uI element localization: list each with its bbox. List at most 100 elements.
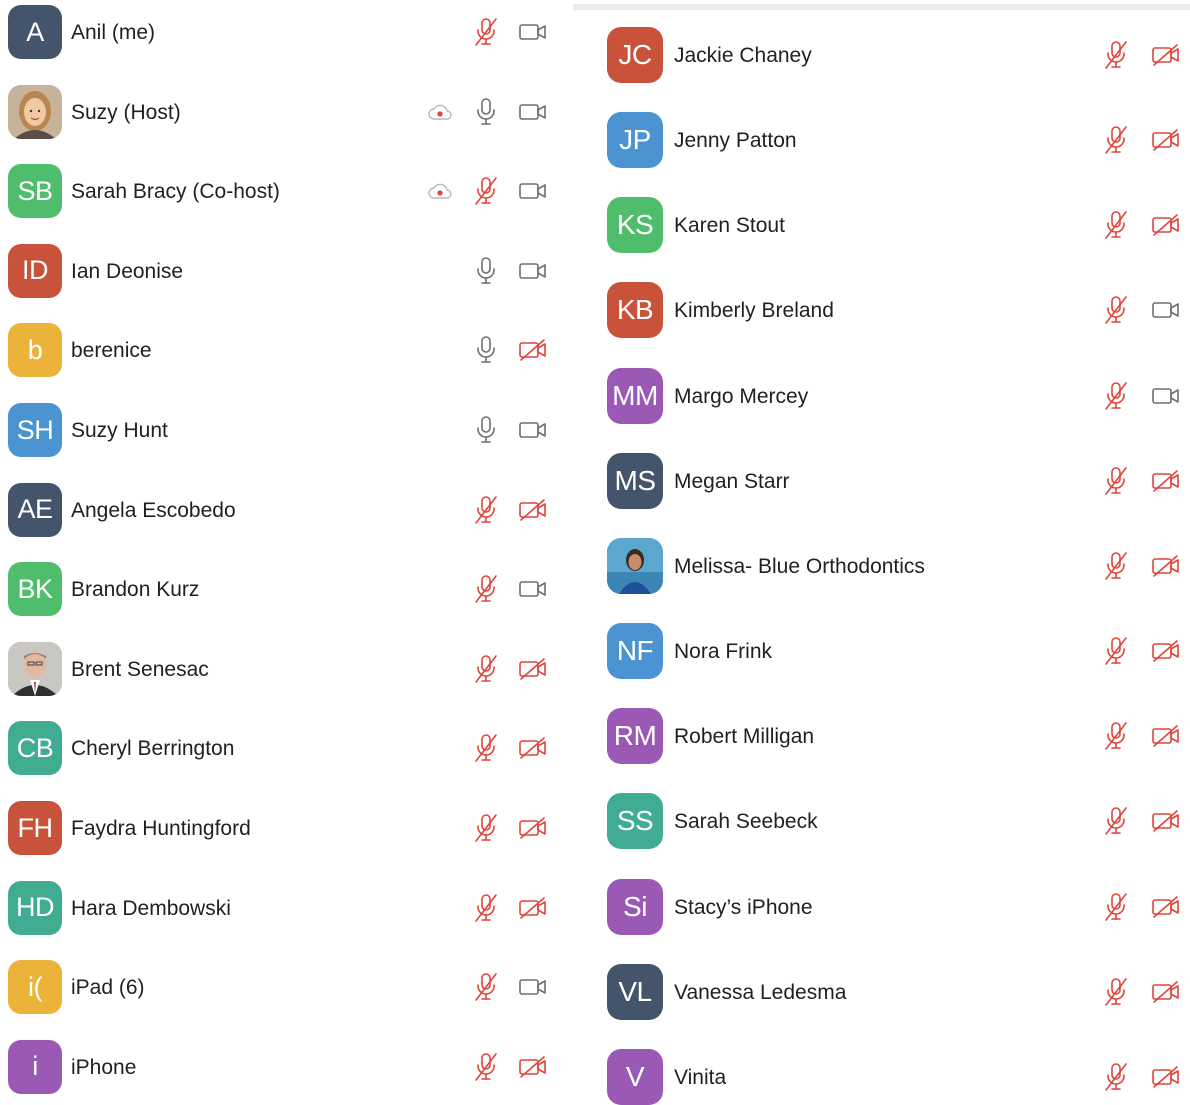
participant-row[interactable]: KS Karen Stout <box>573 197 1190 254</box>
avatar: Si <box>607 878 663 935</box>
video-off-icon[interactable] <box>1151 554 1181 578</box>
participant-name: iPhone <box>71 1055 137 1079</box>
microphone-icon[interactable] <box>473 415 499 445</box>
participant-row[interactable]: i(iPad (6) <box>0 960 560 1015</box>
microphone-muted-icon[interactable] <box>1103 636 1129 666</box>
participant-name: Kimberly Breland <box>674 299 834 323</box>
microphone-muted-icon[interactable] <box>1103 551 1129 581</box>
video-off-icon[interactable] <box>1151 469 1181 493</box>
video-camera-icon[interactable] <box>518 100 548 124</box>
participant-row[interactable]: RM Robert Milligan <box>573 708 1190 765</box>
microphone-muted-icon[interactable] <box>473 733 499 763</box>
video-camera-icon[interactable] <box>1151 384 1181 408</box>
participant-row[interactable]: KB Kimberly Breland <box>573 282 1190 339</box>
video-off-icon[interactable] <box>1151 895 1181 919</box>
participant-name: Jackie Chaney <box>674 44 812 67</box>
video-camera-icon[interactable] <box>518 577 548 601</box>
avatar: MS <box>607 452 663 509</box>
microphone-muted-icon[interactable] <box>1103 125 1129 155</box>
microphone-muted-icon[interactable] <box>1103 977 1129 1007</box>
video-camera-icon[interactable] <box>518 975 548 999</box>
video-off-icon[interactable] <box>518 657 548 681</box>
video-off-icon[interactable] <box>1151 128 1181 152</box>
participant-row[interactable]: CB Cheryl Berrington <box>0 721 560 776</box>
avatar: KB <box>607 282 663 339</box>
microphone-icon[interactable] <box>473 256 499 286</box>
participant-row[interactable]: A Anil (me) <box>0 5 560 59</box>
microphone-icon[interactable] <box>473 335 499 365</box>
video-off-icon[interactable] <box>518 896 548 920</box>
microphone-muted-icon[interactable] <box>473 176 499 206</box>
microphone-muted-icon[interactable] <box>473 893 499 923</box>
microphone-muted-icon[interactable] <box>1103 295 1129 325</box>
microphone-muted-icon[interactable] <box>473 495 499 525</box>
participant-row[interactable]: b berenice <box>0 323 560 378</box>
video-off-icon[interactable] <box>518 498 548 522</box>
video-off-icon[interactable] <box>518 736 548 760</box>
video-off-icon[interactable] <box>1151 1065 1181 1089</box>
avatar: A <box>8 5 62 59</box>
video-camera-icon[interactable] <box>518 418 548 442</box>
microphone-muted-icon[interactable] <box>1103 721 1129 751</box>
participant-row[interactable]: JP Jenny Patton <box>573 112 1190 169</box>
participant-row[interactable]: Suzy (Host) <box>0 84 560 139</box>
microphone-muted-icon[interactable] <box>473 813 499 843</box>
participant-row[interactable]: VL Vanessa Ledesma <box>573 963 1190 1020</box>
microphone-muted-icon[interactable] <box>1103 210 1129 240</box>
microphone-muted-icon[interactable] <box>1103 806 1129 836</box>
participant-row[interactable]: MS Megan Starr <box>573 452 1190 509</box>
microphone-muted-icon[interactable] <box>1103 381 1129 411</box>
video-camera-icon[interactable] <box>1151 298 1181 322</box>
video-off-icon[interactable] <box>518 816 548 840</box>
video-off-icon[interactable] <box>1151 724 1181 748</box>
participant-row[interactable]: Si Stacy’s iPhone <box>573 878 1190 935</box>
participant-name: Brent Senesac <box>71 657 209 681</box>
microphone-muted-icon[interactable] <box>473 1052 499 1082</box>
video-off-icon[interactable] <box>1151 639 1181 663</box>
participant-name: berenice <box>71 339 152 363</box>
video-off-icon[interactable] <box>518 338 548 362</box>
video-off-icon[interactable] <box>1151 213 1181 237</box>
microphone-muted-icon[interactable] <box>473 574 499 604</box>
microphone-muted-icon[interactable] <box>1103 40 1129 70</box>
avatar: i( <box>8 960 62 1015</box>
microphone-muted-icon[interactable] <box>1103 466 1129 496</box>
participant-name: Angela Escobedo <box>71 498 236 522</box>
participant-row[interactable]: NF Nora Frink <box>573 623 1190 680</box>
video-off-icon[interactable] <box>1151 809 1181 833</box>
participant-row[interactable]: SS Sarah Seebeck <box>573 793 1190 850</box>
participant-name: Hara Dembowski <box>71 896 231 920</box>
participant-row[interactable]: SB Sarah Bracy (Co-host) <box>0 164 560 219</box>
participant-row[interactable]: BK Brandon Kurz <box>0 562 560 617</box>
participant-row[interactable]: ID Ian Deonise <box>0 243 560 298</box>
participant-name: Suzy (Host) <box>71 100 181 124</box>
participant-row[interactable]: AE Angela Escobedo <box>0 482 560 537</box>
avatar: JP <box>607 112 663 169</box>
microphone-muted-icon[interactable] <box>473 17 499 47</box>
microphone-muted-icon[interactable] <box>473 654 499 684</box>
participant-name: Jenny Patton <box>674 129 797 153</box>
participant-row[interactable]: SH Suzy Hunt <box>0 403 560 457</box>
video-off-icon[interactable] <box>1151 980 1181 1004</box>
participant-row[interactable]: V Vinita <box>573 1048 1190 1105</box>
video-camera-icon[interactable] <box>518 179 548 203</box>
microphone-icon[interactable] <box>473 97 499 127</box>
video-camera-icon[interactable] <box>518 20 548 44</box>
avatar <box>607 537 663 594</box>
participant-row[interactable]: FH Faydra Huntingford <box>0 801 560 855</box>
avatar: MM <box>607 367 663 424</box>
video-off-icon[interactable] <box>518 1055 548 1079</box>
microphone-muted-icon[interactable] <box>1103 1062 1129 1092</box>
participant-row[interactable]: Brent Senesac <box>0 641 560 696</box>
participant-row[interactable]: i iPhone <box>0 1039 560 1094</box>
participant-name: Sarah Seebeck <box>674 810 818 834</box>
avatar: SS <box>607 793 663 850</box>
microphone-muted-icon[interactable] <box>1103 892 1129 922</box>
participant-row[interactable]: HD Hara Dembowski <box>0 880 560 935</box>
microphone-muted-icon[interactable] <box>473 972 499 1002</box>
participant-row[interactable]: MM Margo Mercey <box>573 367 1190 424</box>
participant-row[interactable]: JC Jackie Chaney <box>573 27 1190 83</box>
video-camera-icon[interactable] <box>518 259 548 283</box>
video-off-icon[interactable] <box>1151 43 1181 67</box>
participant-row[interactable]: Melissa- Blue Orthodontics <box>573 537 1190 594</box>
